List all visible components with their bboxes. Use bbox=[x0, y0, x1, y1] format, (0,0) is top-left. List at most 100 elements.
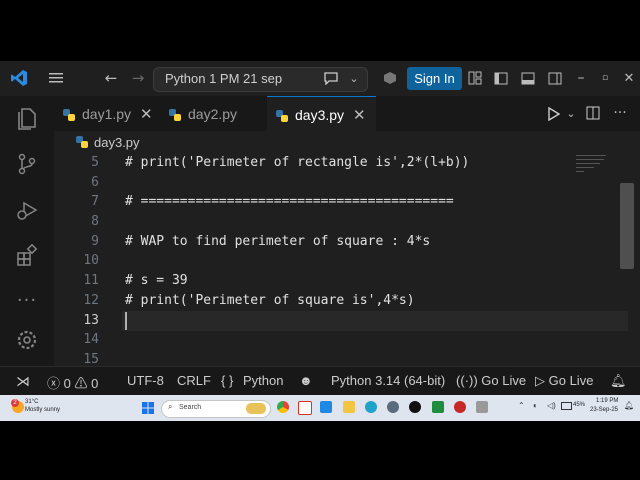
tab-day2[interactable]: day2.py bbox=[160, 96, 276, 131]
windows-start-icon[interactable] bbox=[142, 401, 154, 419]
extensions-icon[interactable] bbox=[13, 241, 41, 269]
line-number: 15 bbox=[83, 352, 99, 366]
tab-label: day1.py bbox=[82, 105, 132, 122]
network-icon[interactable]: ◐ bbox=[533, 401, 538, 410]
code-line: 7 # =====================================… bbox=[54, 192, 640, 212]
line-text[interactable]: # WAP to find perimeter of square : 4*s bbox=[125, 232, 430, 252]
vertical-scrollbar[interactable] bbox=[620, 183, 634, 269]
volume-icon[interactable]: ◁) bbox=[547, 401, 556, 410]
minimize-icon[interactable]: – bbox=[570, 67, 592, 89]
encoding-selector[interactable]: UTF-8 bbox=[127, 373, 164, 388]
explorer-icon[interactable] bbox=[13, 104, 41, 132]
code-line: 13 bbox=[54, 311, 640, 331]
notification-icon[interactable]: 🔔︎ bbox=[624, 401, 634, 410]
interpreter-selector[interactable]: Python 3.14 (64-bit) bbox=[331, 373, 445, 388]
code-line: 8 bbox=[54, 212, 640, 232]
line-number: 13 bbox=[83, 313, 99, 328]
customize-layout-icon[interactable] bbox=[464, 67, 486, 89]
vscode-taskbar-icon[interactable] bbox=[320, 401, 332, 413]
line-number: 14 bbox=[83, 332, 99, 347]
chevron-up-icon[interactable]: ⌃ bbox=[518, 401, 525, 410]
notifications-bell-icon[interactable]: 🔔︎ bbox=[610, 373, 627, 389]
tab-label: day2.py bbox=[188, 105, 238, 122]
battery-percent: 45% bbox=[573, 402, 586, 408]
problems-indicator[interactable]: ⓧ 0 ⚠ 0 bbox=[47, 373, 98, 392]
accounts-cube-icon[interactable] bbox=[379, 67, 401, 89]
forward-arrow-icon[interactable]: → bbox=[127, 67, 149, 89]
breadcrumb-file[interactable]: day3.py bbox=[94, 135, 140, 150]
error-count: 0 bbox=[63, 376, 71, 391]
warning-icon: ⚠ bbox=[74, 376, 88, 391]
code-editor[interactable]: 5 # print('Perimeter of rectangle is',2*(… bbox=[54, 153, 640, 366]
copilot-icon[interactable]: ☻ bbox=[299, 373, 313, 388]
tab-day1[interactable]: day1.py ✕ bbox=[54, 96, 169, 131]
settings-gear-icon[interactable] bbox=[13, 326, 41, 354]
code-line: 14 bbox=[54, 330, 640, 350]
line-text[interactable]: # print('Perimeter of rectangle is',2*(l… bbox=[125, 153, 469, 173]
warning-count: 0 bbox=[91, 376, 99, 391]
sign-in-button[interactable]: Sign In bbox=[407, 67, 462, 90]
file-explorer-icon[interactable] bbox=[343, 401, 355, 413]
close-window-icon[interactable]: ✕ bbox=[618, 67, 640, 89]
more-actions-icon[interactable]: ··· bbox=[609, 102, 631, 124]
clock-date[interactable]: 23-Sep-25 bbox=[590, 407, 618, 413]
play-circle-icon: ▷ bbox=[535, 373, 545, 388]
close-tab-icon[interactable]: ✕ bbox=[140, 105, 153, 123]
app-icon[interactable] bbox=[387, 401, 399, 413]
broadcast-icon: ((·)) bbox=[456, 373, 478, 388]
go-live-label: Go Live bbox=[548, 373, 594, 388]
line-text[interactable]: # print('Perimeter of square is',4*s) bbox=[125, 291, 415, 311]
battery-icon[interactable] bbox=[561, 402, 572, 410]
search-highlight-icon bbox=[246, 403, 266, 414]
remote-indicator-icon[interactable]: ⋊ bbox=[16, 373, 30, 390]
more-icon[interactable]: ··· bbox=[13, 286, 41, 314]
sheets-icon[interactable] bbox=[432, 401, 444, 413]
title-bar: ← → Python 1 PM 21 sep ⌄ Sign In – ▫ ✕ bbox=[0, 61, 640, 96]
line-text[interactable]: # ======================================… bbox=[125, 192, 454, 212]
close-tab-icon[interactable]: ✕ bbox=[353, 106, 366, 124]
tab-day3[interactable]: day3.py ✕ bbox=[267, 96, 376, 132]
go-live-button[interactable]: ((·)) Go Live bbox=[456, 373, 526, 388]
clock-time[interactable]: 1:19 PM bbox=[596, 398, 618, 404]
toggle-primary-sidebar-icon[interactable] bbox=[490, 67, 512, 89]
line-number: 5 bbox=[91, 155, 99, 170]
back-arrow-icon[interactable]: ← bbox=[100, 67, 122, 89]
copilot-chat-icon[interactable] bbox=[320, 67, 342, 89]
language-mode-selector[interactable]: Python bbox=[243, 373, 283, 388]
line-number: 12 bbox=[83, 293, 99, 308]
chevron-down-icon[interactable]: ⌄ bbox=[560, 102, 582, 124]
line-number: 6 bbox=[91, 175, 99, 190]
activity-bar: ··· bbox=[0, 96, 55, 366]
app2-icon[interactable] bbox=[476, 401, 488, 413]
search-placeholder: Search bbox=[179, 404, 202, 411]
line-number: 9 bbox=[91, 234, 99, 249]
restore-icon[interactable]: ▫ bbox=[594, 67, 616, 89]
edge-icon[interactable] bbox=[365, 401, 377, 413]
chevron-down-icon[interactable]: ⌄ bbox=[343, 67, 365, 89]
toggle-panel-icon[interactable] bbox=[517, 67, 539, 89]
run-and-debug-icon[interactable] bbox=[13, 196, 41, 224]
minimap[interactable] bbox=[574, 153, 626, 183]
tab-label: day3.py bbox=[295, 106, 345, 123]
text-cursor bbox=[125, 312, 127, 330]
chrome-icon[interactable] bbox=[277, 401, 289, 413]
gmail-icon[interactable] bbox=[298, 401, 312, 415]
toggle-secondary-sidebar-icon[interactable] bbox=[544, 67, 566, 89]
line-number: 11 bbox=[83, 273, 99, 288]
python-file-icon bbox=[76, 136, 88, 151]
search-icon: ⌕ bbox=[168, 402, 173, 411]
split-editor-icon[interactable] bbox=[582, 102, 604, 124]
line-number: 10 bbox=[83, 253, 99, 268]
taskbar-search[interactable]: ⌕ Search bbox=[161, 400, 271, 418]
code-line: 9 # WAP to find perimeter of square : 4*s bbox=[54, 232, 640, 252]
go-live-button-2[interactable]: ▷ Go Live bbox=[535, 373, 593, 389]
weather-temp: 31°C bbox=[25, 399, 39, 405]
openai-icon[interactable] bbox=[409, 401, 421, 413]
line-text[interactable]: # s = 39 bbox=[125, 271, 188, 291]
menu-icon[interactable] bbox=[45, 67, 67, 89]
eol-selector[interactable]: CRLF bbox=[177, 373, 211, 388]
windows-taskbar: 2 31°C Mostly sunny ⌕ Search ⌃ ◐ ◁) 45% … bbox=[0, 395, 640, 421]
source-control-icon[interactable] bbox=[13, 150, 41, 178]
breadcrumb: day3.py bbox=[54, 131, 640, 153]
media-icon[interactable] bbox=[454, 401, 466, 413]
